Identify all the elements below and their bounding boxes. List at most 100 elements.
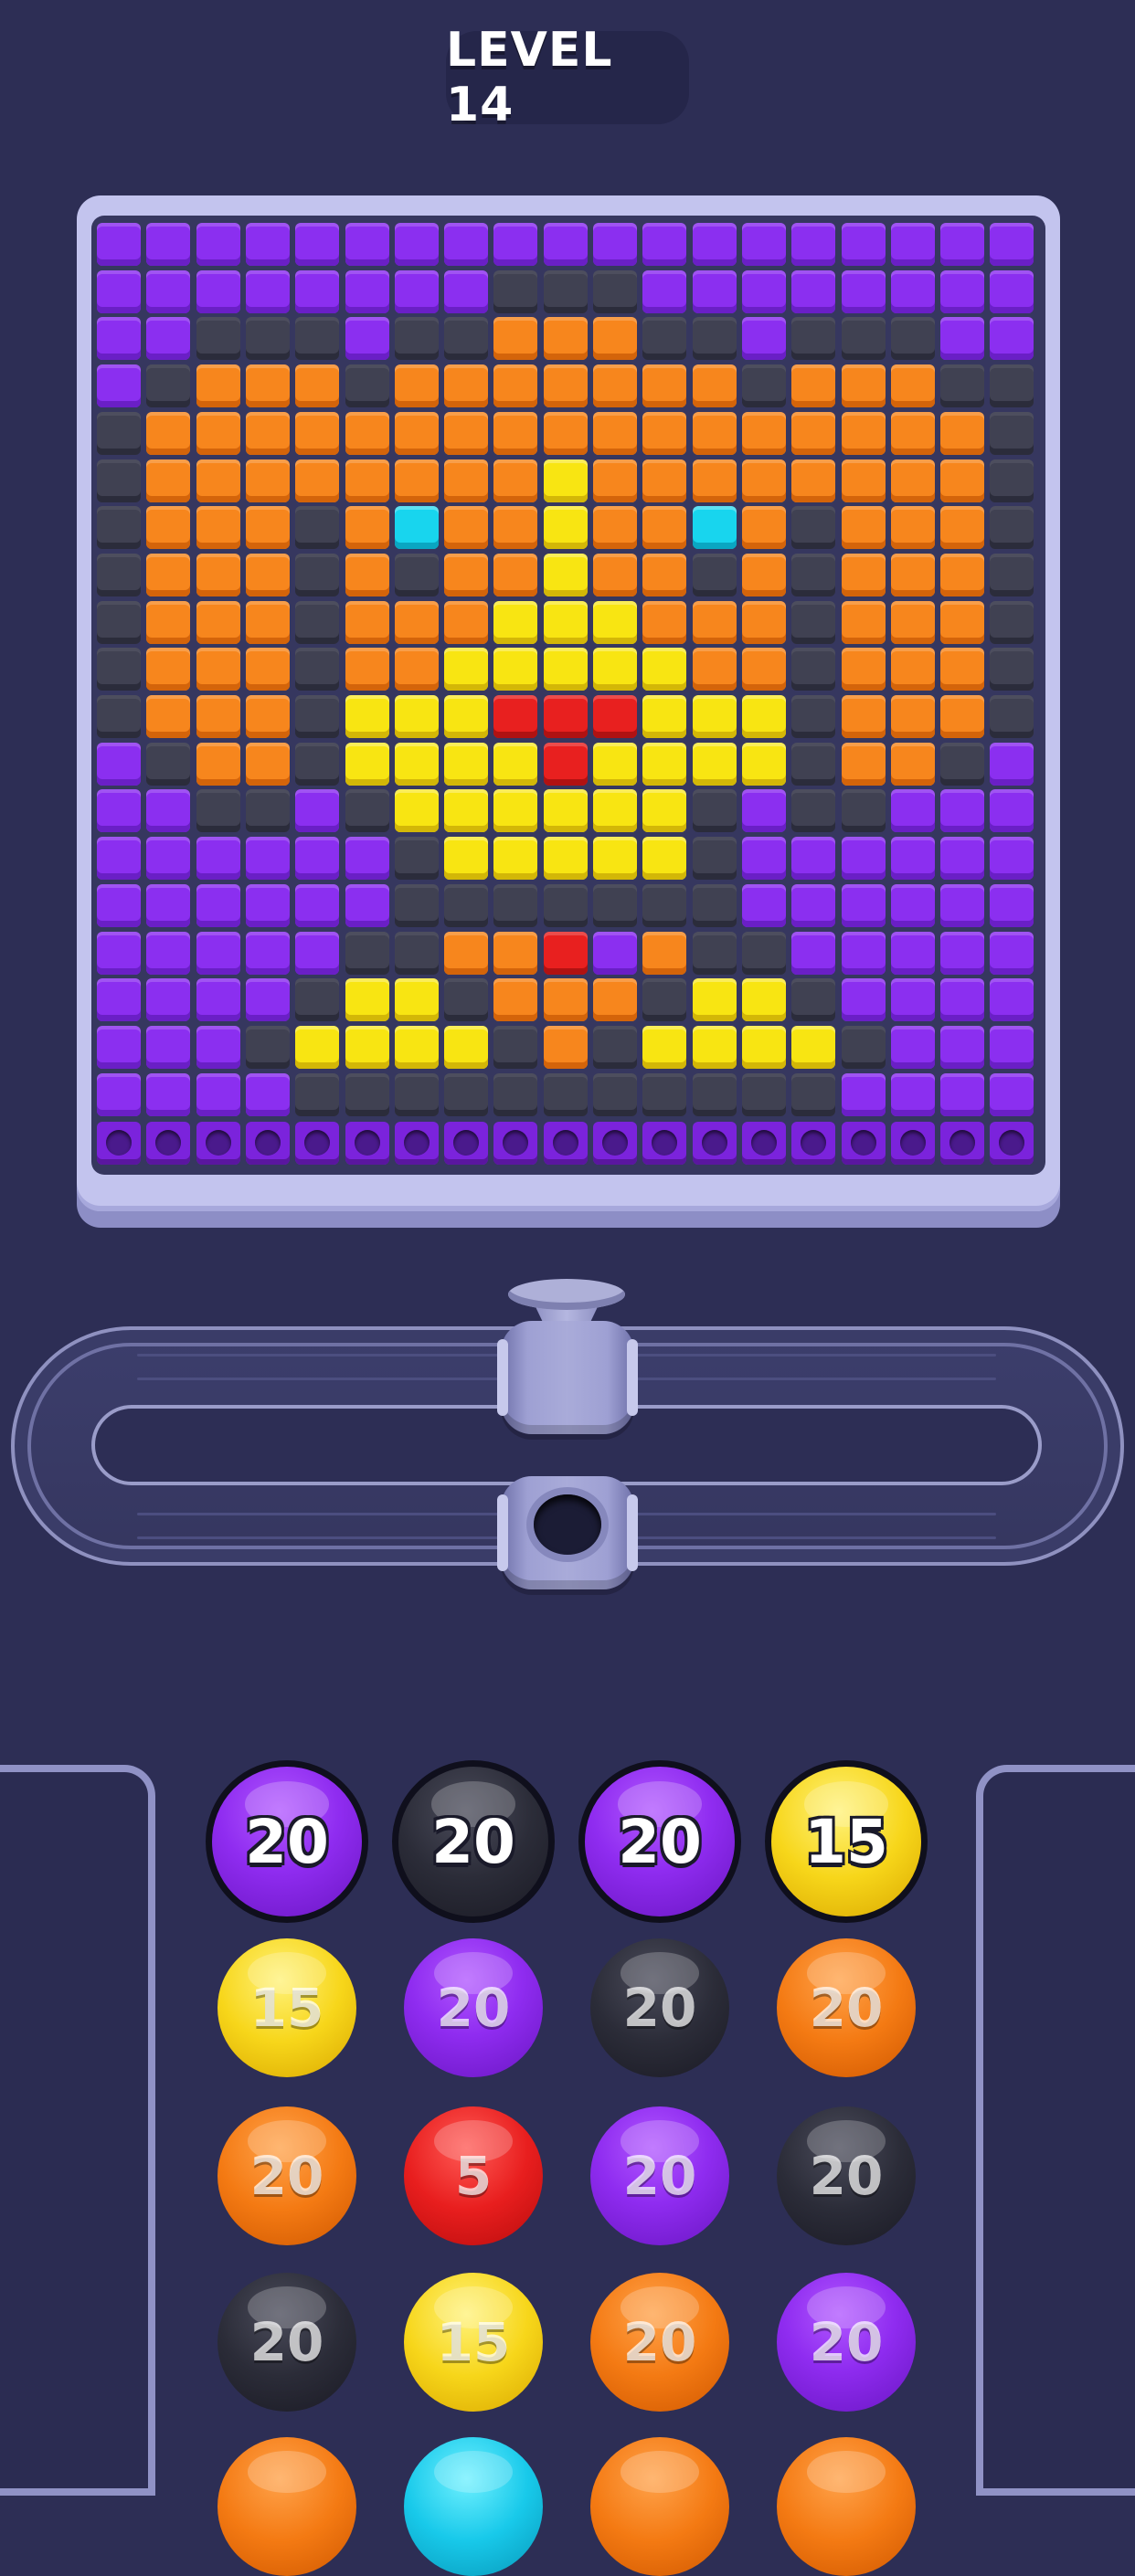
pixel-block-cyan bbox=[692, 506, 737, 550]
pixel-block-orange bbox=[890, 506, 935, 550]
ball-slot bbox=[841, 1122, 886, 1166]
pixel-block-dark bbox=[245, 789, 290, 833]
conveyor-carriage-bottom[interactable] bbox=[497, 1476, 638, 1589]
pixel-block-purple bbox=[890, 223, 935, 266]
pixel-block-purple bbox=[345, 317, 389, 361]
pixel-block-orange bbox=[940, 553, 985, 596]
slot-hole-icon bbox=[701, 1130, 727, 1156]
pixel-block-yellow bbox=[642, 695, 687, 738]
pixel-block-orange bbox=[890, 742, 935, 786]
pixel-block-orange bbox=[444, 411, 489, 455]
pixel-block-purple bbox=[990, 223, 1034, 266]
pixel-block-dark bbox=[990, 459, 1034, 502]
pixel-block-dark bbox=[791, 789, 836, 833]
pixel-block-dark bbox=[345, 931, 389, 975]
conveyor-carriage-top bbox=[497, 1321, 638, 1434]
pixel-block-orange bbox=[146, 695, 191, 738]
pixel-block-orange bbox=[493, 506, 538, 550]
ball-purple[interactable]: 20 bbox=[578, 1760, 741, 1923]
pixel-block-orange bbox=[295, 459, 340, 502]
pixel-block-orange bbox=[841, 506, 886, 550]
pixel-block-orange bbox=[593, 553, 637, 596]
pixel-block-yellow bbox=[345, 978, 389, 1022]
pixel-block-yellow bbox=[493, 742, 538, 786]
ball-count: 20 bbox=[809, 2311, 884, 2373]
pixel-block-dark bbox=[146, 742, 191, 786]
pixel-block-orange bbox=[543, 411, 588, 455]
ball-black: 20 bbox=[777, 2106, 916, 2245]
pixel-block-orange bbox=[493, 317, 538, 361]
pixel-block-yellow bbox=[593, 837, 637, 881]
slot-hole-icon bbox=[999, 1130, 1025, 1156]
ball-slot bbox=[642, 1122, 687, 1166]
pixel-block-orange bbox=[642, 506, 687, 550]
pixel-block-purple bbox=[245, 931, 290, 975]
pixel-block-dark bbox=[295, 600, 340, 644]
ball-yellow[interactable]: 15 bbox=[765, 1760, 928, 1923]
pixel-block-yellow bbox=[394, 695, 439, 738]
ball-cyan bbox=[404, 2437, 543, 2576]
pixel-block-orange bbox=[642, 411, 687, 455]
pixel-block-orange bbox=[196, 364, 240, 408]
pixel-block-dark bbox=[146, 364, 191, 408]
pixel-block-purple bbox=[543, 223, 588, 266]
pixel-block-purple bbox=[245, 883, 290, 927]
pixel-block-orange bbox=[245, 411, 290, 455]
pixel-block-purple bbox=[146, 1025, 191, 1069]
ball-count: 20 bbox=[622, 2311, 697, 2373]
pixel-block-orange bbox=[394, 364, 439, 408]
pixel-block-yellow bbox=[444, 789, 489, 833]
pixel-block-dark bbox=[791, 648, 836, 692]
pixel-block-purple bbox=[245, 837, 290, 881]
ball-count: 20 bbox=[809, 2145, 884, 2207]
pixel-block-orange bbox=[245, 648, 290, 692]
ball-purple[interactable]: 20 bbox=[206, 1760, 368, 1923]
pixel-block-orange bbox=[444, 931, 489, 975]
pixel-block-purple bbox=[196, 1072, 240, 1116]
pixel-block-dark bbox=[97, 553, 141, 596]
pixel-block-orange bbox=[890, 695, 935, 738]
pixel-block-dark bbox=[642, 1072, 687, 1116]
pixel-block-orange bbox=[692, 648, 737, 692]
pixel-block-purple bbox=[146, 1072, 191, 1116]
pixel-block-orange bbox=[345, 600, 389, 644]
pixel-block-yellow bbox=[593, 742, 637, 786]
pixel-block-orange bbox=[741, 648, 786, 692]
pixel-block-dark bbox=[295, 695, 340, 738]
pixel-block-purple bbox=[146, 931, 191, 975]
ball-slot bbox=[791, 1122, 836, 1166]
pixel-block-orange bbox=[841, 695, 886, 738]
pixel-block-dark bbox=[97, 600, 141, 644]
pixel-block-purple bbox=[890, 1072, 935, 1116]
ball-yellow: 15 bbox=[404, 2273, 543, 2412]
pixel-block-purple bbox=[741, 837, 786, 881]
pixel-block-purple bbox=[940, 1025, 985, 1069]
pixel-block-orange bbox=[940, 506, 985, 550]
pixel-block-orange bbox=[245, 506, 290, 550]
slot-hole-icon bbox=[354, 1130, 380, 1156]
pixel-block-purple bbox=[890, 978, 935, 1022]
pixel-block-orange bbox=[394, 459, 439, 502]
pixel-block-purple bbox=[295, 931, 340, 975]
pixel-block-yellow bbox=[444, 1025, 489, 1069]
pixel-block-orange bbox=[146, 459, 191, 502]
pixel-block-purple bbox=[444, 223, 489, 266]
ball-red: 5 bbox=[404, 2106, 543, 2245]
pixel-block-yellow bbox=[543, 600, 588, 644]
pixel-block-purple bbox=[841, 223, 886, 266]
pixel-block-orange bbox=[245, 364, 290, 408]
ball-slot bbox=[692, 1122, 737, 1166]
pixel-block-orange bbox=[890, 459, 935, 502]
pixel-block-dark bbox=[97, 459, 141, 502]
pixel-block-yellow bbox=[741, 978, 786, 1022]
pixel-block-purple bbox=[345, 223, 389, 266]
pixel-block-purple bbox=[146, 269, 191, 313]
ball-black[interactable]: 20 bbox=[392, 1760, 555, 1923]
pixel-block-purple bbox=[245, 223, 290, 266]
pixel-block-orange bbox=[493, 364, 538, 408]
pixel-block-dark bbox=[245, 1025, 290, 1069]
ball-count: 15 bbox=[249, 1977, 324, 2039]
pixel-block-dark bbox=[642, 317, 687, 361]
pixel-block-dark bbox=[196, 317, 240, 361]
ball-slot bbox=[196, 1122, 240, 1166]
